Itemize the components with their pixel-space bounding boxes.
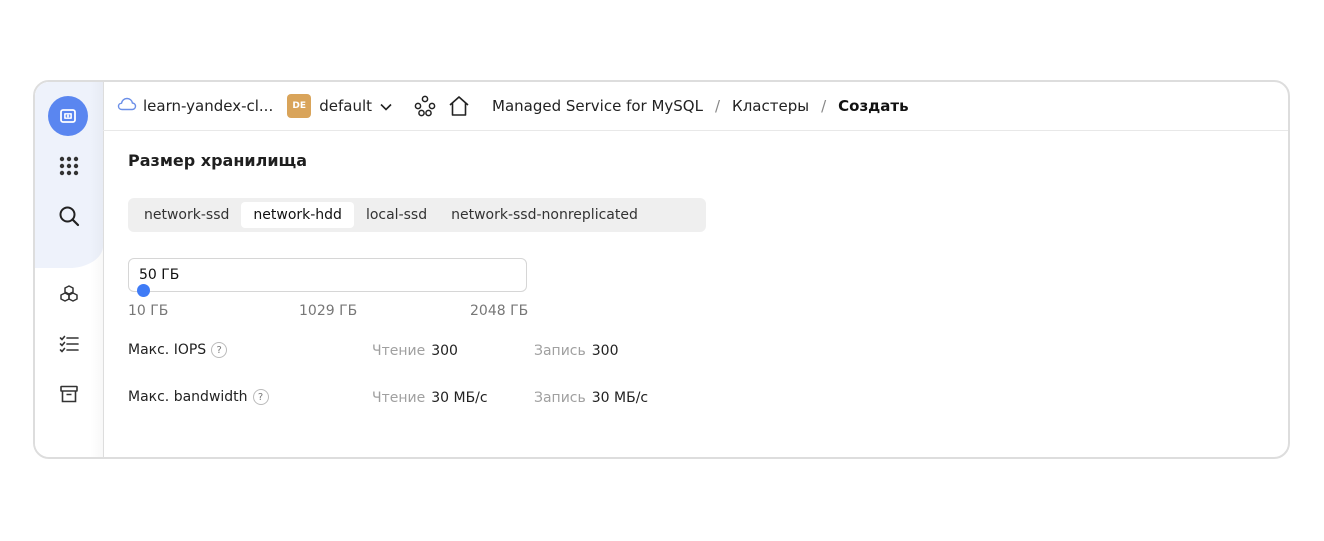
folder-badge: DE — [287, 94, 312, 118]
network-nodes-icon[interactable] — [414, 95, 436, 117]
bandwidth-label: Макс. bandwidth ? — [128, 389, 269, 405]
checklist-icon[interactable] — [49, 324, 89, 364]
slider-tick-mid: 1029 ГБ — [299, 303, 358, 319]
search-icon[interactable] — [49, 196, 89, 236]
slider-thumb[interactable] — [137, 284, 150, 297]
storage-size-input[interactable]: 50 ГБ — [128, 258, 527, 292]
folder-selector[interactable]: DE default — [287, 94, 392, 118]
disk-type-option[interactable]: local-ssd — [354, 202, 439, 228]
iops-read: Чтение 300 — [372, 343, 458, 359]
bandwidth-write: Запись 30 МБ/с — [534, 390, 649, 406]
folder-name: default — [319, 97, 372, 115]
top-bar: learn-yandex-cl... DE default Managed Se… — [103, 82, 1288, 131]
home-icon[interactable] — [448, 95, 470, 117]
help-icon[interactable]: ? — [252, 389, 269, 405]
bandwidth-read: Чтение 30 МБ/с — [372, 390, 488, 406]
slider-tick-max: 2048 ГБ — [470, 303, 529, 319]
breadcrumb: Managed Service for MySQL / Кластеры / С… — [492, 97, 909, 115]
archive-icon[interactable] — [49, 374, 89, 414]
chevron-down-icon — [380, 97, 392, 115]
logo-icon[interactable] — [48, 96, 88, 136]
breadcrumb-current: Создать — [838, 97, 909, 115]
cloud-name: learn-yandex-cl... — [143, 97, 274, 115]
section-title: Размер хранилища — [128, 151, 308, 170]
services-cubes-icon[interactable] — [49, 274, 89, 314]
main-content: Размер хранилища network-ssd network-hdd… — [128, 130, 1288, 457]
slider-tick-min: 10 ГБ — [128, 303, 169, 319]
sidebar-rail — [35, 82, 104, 457]
storage-size-slider[interactable] — [128, 290, 527, 292]
breadcrumb-clusters[interactable]: Кластеры — [732, 97, 809, 115]
help-icon[interactable]: ? — [211, 342, 228, 358]
app-window: learn-yandex-cl... DE default Managed Se… — [33, 80, 1290, 459]
breadcrumb-service[interactable]: Managed Service for MySQL — [492, 97, 703, 115]
iops-label: Макс. IOPS ? — [128, 342, 228, 358]
apps-grid-icon[interactable] — [49, 146, 89, 186]
breadcrumb-separator: / — [714, 97, 721, 115]
breadcrumb-separator: / — [821, 97, 827, 115]
disk-type-selector: network-ssd network-hdd local-ssd networ… — [128, 198, 706, 232]
cloud-icon — [117, 97, 137, 115]
cloud-selector[interactable]: learn-yandex-cl... — [117, 97, 273, 115]
iops-write: Запись 300 — [534, 343, 619, 359]
disk-type-option-selected[interactable]: network-hdd — [241, 202, 354, 228]
disk-type-option[interactable]: network-ssd — [132, 202, 241, 228]
disk-type-option[interactable]: network-ssd-nonreplicated — [439, 202, 650, 228]
